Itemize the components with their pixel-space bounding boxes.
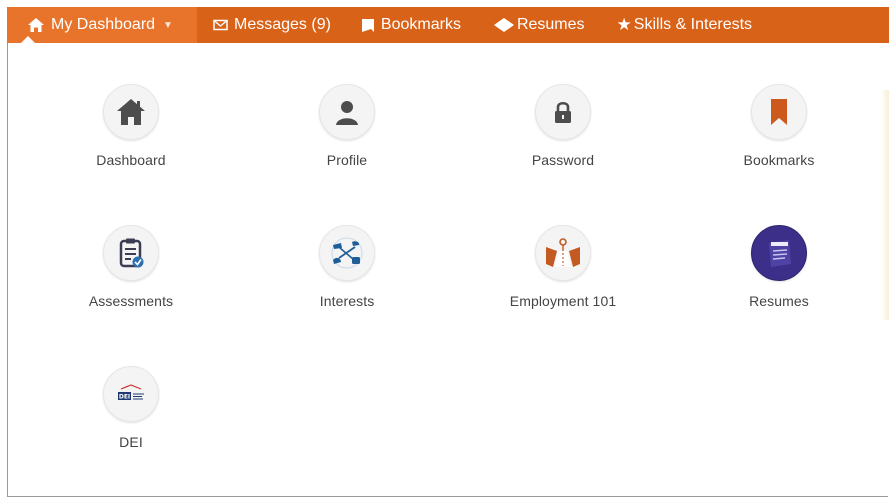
tile-interests[interactable]: Interests [247, 225, 447, 309]
tile-label: Interests [319, 293, 375, 309]
nav-label: Skills & Interests [633, 16, 753, 33]
nav-resumes[interactable]: Resumes [475, 7, 599, 43]
resume-icon [751, 225, 807, 281]
bookmark-icon [751, 84, 807, 140]
tile-resumes[interactable]: Resumes [679, 225, 879, 309]
tile-label: Resumes [749, 293, 809, 309]
home-icon [103, 84, 159, 140]
tile-label: Employment 101 [509, 293, 617, 309]
tile-label: Assessments [88, 293, 174, 309]
user-icon [319, 84, 375, 140]
tile-bookmarks[interactable]: Bookmarks [679, 84, 879, 168]
nav-label: Bookmarks [380, 16, 461, 33]
nav-label: Resumes [516, 16, 585, 33]
lock-icon [535, 84, 591, 140]
tile-assessments[interactable]: Assessments [31, 225, 231, 309]
dei-logo-icon: DEI [103, 366, 159, 422]
nav-bookmarks[interactable]: Bookmarks [345, 7, 475, 43]
diamond-icon [493, 17, 515, 33]
top-nav-bar: My Dashboard ▼ Messages (9) Bookmarks Re… [7, 7, 889, 43]
tile-dei[interactable]: DEI DEI [31, 366, 231, 450]
nav-skills-interests[interactable]: ★ Skills & Interests [599, 7, 767, 43]
nav-messages[interactable]: Messages (9) [197, 7, 345, 43]
nav-label: My Dashboard [51, 16, 156, 33]
svg-text:DEI: DEI [119, 394, 130, 401]
tile-label: Profile [326, 152, 368, 168]
star-icon: ★ [616, 15, 632, 34]
clipboard-check-icon [103, 225, 159, 281]
nav-label: Messages (9) [234, 16, 331, 33]
nav-my-dashboard[interactable]: My Dashboard ▼ [7, 7, 197, 43]
side-panel-edge [881, 90, 889, 320]
tile-profile[interactable]: Profile [247, 84, 447, 168]
tile-employment-101[interactable]: Employment 101 [463, 225, 663, 309]
road-icon [535, 225, 591, 281]
tile-dashboard[interactable]: Dashboard [31, 84, 231, 168]
interests-icon [319, 225, 375, 281]
tile-password[interactable]: Password [463, 84, 663, 168]
tile-label: Password [531, 152, 595, 168]
chevron-down-icon: ▼ [163, 19, 173, 31]
tile-label: Bookmarks [743, 152, 815, 168]
envelope-icon [213, 19, 228, 31]
bookmark-icon [361, 18, 375, 33]
tile-label: DEI [119, 434, 143, 450]
tile-label: Dashboard [96, 152, 166, 168]
home-icon [27, 17, 45, 33]
